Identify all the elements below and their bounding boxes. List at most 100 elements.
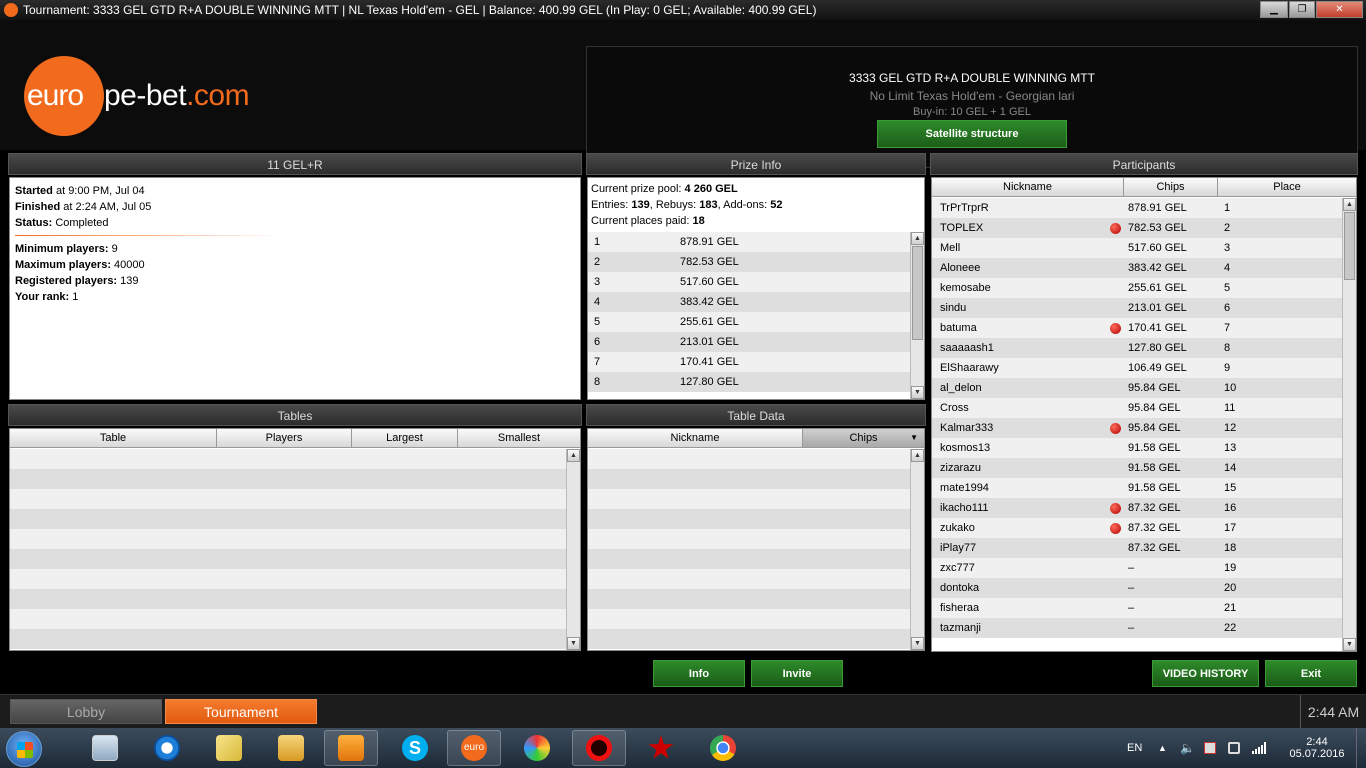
participant-row[interactable]: ElShaarawy 106.49 GEL 9 <box>932 358 1342 378</box>
tray-device-icon[interactable] <box>1228 728 1240 768</box>
tables-list <box>10 449 566 650</box>
sticky-notes-icon <box>216 735 242 761</box>
participants-title: Participants <box>930 153 1358 175</box>
prize-row: 1 878.91 GEL <box>588 232 910 252</box>
participant-nickname: sindu <box>940 302 967 314</box>
tables-panel: Tables Table Players Largest Smallest ▲ … <box>8 404 582 652</box>
participants-scrollbar[interactable]: ▲ ▼ <box>1342 198 1356 651</box>
participant-row[interactable]: zxc777 – 19 <box>932 558 1342 578</box>
participant-row[interactable]: fisheraa – 21 <box>932 598 1342 618</box>
language-indicator[interactable]: EN <box>1127 728 1142 768</box>
taskbar-notes[interactable] <box>202 730 256 766</box>
taskbar-pokerstars[interactable] <box>634 730 688 766</box>
prize-row: 5 255.61 GEL <box>588 312 910 332</box>
network-signal-icon[interactable] <box>1252 728 1266 768</box>
taskbar-skype[interactable]: S <box>388 730 442 766</box>
tables-header-table[interactable]: Table <box>10 429 217 447</box>
participant-place: 19 <box>1224 562 1237 574</box>
invite-button[interactable]: Invite <box>751 660 843 687</box>
prize-amount: 878.91 GEL <box>680 236 739 248</box>
tray-flag-icon[interactable] <box>1204 728 1216 768</box>
participant-row[interactable]: saaaaash1 127.80 GEL 8 <box>932 338 1342 358</box>
table-data-header-nickname[interactable]: Nickname <box>588 429 803 447</box>
participant-nickname: TrPrTrprR <box>940 202 989 214</box>
minimize-button[interactable]: ▁ <box>1260 1 1288 18</box>
participant-nickname: ElShaarawy <box>940 362 999 374</box>
info-button[interactable]: Info <box>653 660 745 687</box>
participant-row[interactable]: TOPLEX 782.53 GEL 2 <box>932 218 1342 238</box>
taskbar-paint[interactable] <box>510 730 564 766</box>
participants-panel: Participants Nickname Chips Place TrPrTr… <box>930 153 1358 653</box>
system-clock[interactable]: 2:44 05.07.2016 <box>1282 728 1352 768</box>
show-desktop-button[interactable] <box>1356 728 1366 768</box>
participant-row[interactable]: zukako 87.32 GEL 17 <box>932 518 1342 538</box>
participant-row[interactable]: batuma 170.41 GEL 7 <box>932 318 1342 338</box>
taskbar-media[interactable] <box>324 730 378 766</box>
taskbar-explorer[interactable] <box>264 730 318 766</box>
participant-nickname: mate1994 <box>940 482 989 494</box>
tables-scrollbar[interactable]: ▲ ▼ <box>566 449 580 650</box>
participant-row[interactable]: ikacho111 87.32 GEL 16 <box>932 498 1342 518</box>
tray-expand-icon[interactable]: ▲ <box>1158 728 1167 768</box>
taskbar-chrome[interactable] <box>696 730 750 766</box>
participant-chips: 95.84 GEL <box>1128 382 1181 394</box>
prize-info-title: Prize Info <box>586 153 926 175</box>
prize-scrollbar[interactable]: ▲ ▼ <box>910 232 924 399</box>
participants-header-nickname[interactable]: Nickname <box>932 178 1124 196</box>
participant-row[interactable]: Cross 95.84 GEL 11 <box>932 398 1342 418</box>
start-button[interactable] <box>6 731 42 767</box>
details-panel-title: 11 GEL+R <box>8 153 582 175</box>
taskbar-europebet[interactable]: euro <box>447 730 501 766</box>
participants-header-place[interactable]: Place <box>1218 178 1356 196</box>
red-status-ball-icon <box>1110 222 1121 234</box>
tables-header-largest[interactable]: Largest <box>352 429 458 447</box>
tab-lobby[interactable]: Lobby <box>10 699 162 724</box>
participant-row[interactable]: iPlay77 87.32 GEL 18 <box>932 538 1342 558</box>
participant-row[interactable]: tazmanji – 22 <box>932 618 1342 638</box>
taskbar-ie[interactable] <box>140 730 194 766</box>
close-button[interactable]: ✕ <box>1316 1 1363 18</box>
participant-nickname: al_delon <box>940 382 982 394</box>
participant-place: 16 <box>1224 502 1237 514</box>
tables-header-players[interactable]: Players <box>217 429 352 447</box>
participant-place: 17 <box>1224 522 1237 534</box>
tournament-info-box: 3333 GEL GTD R+A DOUBLE WINNING MTT No L… <box>586 46 1358 168</box>
table-data-scrollbar[interactable]: ▲ ▼ <box>910 449 924 650</box>
participant-chips: – <box>1128 562 1135 574</box>
exit-button[interactable]: Exit <box>1265 660 1357 687</box>
participant-place: 2 <box>1224 222 1231 234</box>
satellite-structure-button[interactable]: Satellite structure <box>877 120 1067 148</box>
participant-row[interactable]: kosmos13 91.58 GEL 13 <box>932 438 1342 458</box>
participant-row[interactable]: kemosabe 255.61 GEL 5 <box>932 278 1342 298</box>
participant-nickname: TOPLEX <box>940 222 984 234</box>
taskbar-calculator[interactable] <box>78 730 132 766</box>
participant-row[interactable]: sindu 213.01 GEL 6 <box>932 298 1342 318</box>
pokerstars-icon <box>648 735 674 759</box>
participant-row[interactable]: Mell 517.60 GEL 3 <box>932 238 1342 258</box>
participant-nickname: ikacho111 <box>940 502 989 514</box>
video-history-button[interactable]: VIDEO HISTORY <box>1152 660 1259 687</box>
tab-tournament[interactable]: Tournament <box>165 699 317 724</box>
participant-chips: – <box>1128 622 1135 634</box>
participant-row[interactable]: zizarazu 91.58 GEL 14 <box>932 458 1342 478</box>
participant-row[interactable]: Kalmar333 95.84 GEL 12 <box>932 418 1342 438</box>
tables-header-smallest[interactable]: Smallest <box>458 429 580 447</box>
participant-place: 14 <box>1224 462 1237 474</box>
table-data-header-chips[interactable]: Chips ▼ <box>803 429 924 447</box>
taskbar-opera[interactable] <box>572 730 626 766</box>
participant-row[interactable]: TrPrTrprR 878.91 GEL 1 <box>932 198 1342 218</box>
calculator-icon <box>92 735 118 761</box>
participant-row[interactable]: dontoka – 20 <box>932 578 1342 598</box>
participant-place: 22 <box>1224 622 1237 634</box>
participant-row[interactable]: al_delon 95.84 GEL 10 <box>932 378 1342 398</box>
participant-chips: 95.84 GEL <box>1128 402 1181 414</box>
prize-place: 1 <box>594 236 601 248</box>
participants-header-chips[interactable]: Chips <box>1124 178 1218 196</box>
participant-row[interactable]: Aloneee 383.42 GEL 4 <box>932 258 1342 278</box>
maximize-button[interactable]: ❐ <box>1289 1 1315 18</box>
app-clock: 2:44 AM <box>1300 695 1366 729</box>
volume-icon[interactable]: 🔈 <box>1180 728 1195 768</box>
participant-row[interactable]: mate1994 91.58 GEL 15 <box>932 478 1342 498</box>
tournament-game: No Limit Texas Hold'em - Georgian lari <box>869 89 1075 103</box>
prize-row: 4 383.42 GEL <box>588 292 910 312</box>
